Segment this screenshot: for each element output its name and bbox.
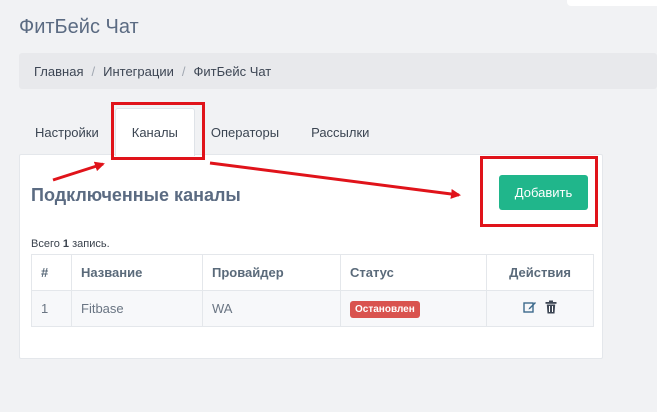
page-title: ФитБейс Чат — [19, 16, 139, 38]
cell-provider: WA — [202, 290, 341, 327]
top-card-corner — [567, 0, 657, 6]
breadcrumb-separator: / — [181, 63, 186, 79]
cell-name: Fitbase — [71, 290, 203, 327]
cell-number: 1 — [31, 290, 72, 327]
tab-mailings[interactable]: Рассылки — [295, 109, 385, 155]
column-header-number: # — [31, 254, 72, 291]
breadcrumb-current: ФитБейс Чат — [193, 63, 272, 79]
cell-status: Остановлен — [340, 290, 487, 327]
status-badge: Остановлен — [350, 300, 420, 318]
tab-bar: Настройки Каналы Операторы Рассылки — [19, 107, 603, 156]
column-header-actions: Действия — [486, 254, 594, 291]
channels-panel: Подключенные каналы Добавить Всего 1 зап… — [19, 154, 603, 359]
column-header-name: Название — [71, 254, 203, 291]
table-header-row: # Название Провайдер Статус Действия — [31, 254, 594, 291]
table-row: 1 Fitbase WA Остановлен — [31, 290, 594, 327]
edit-icon[interactable] — [523, 300, 537, 317]
breadcrumb-home[interactable]: Главная — [34, 64, 83, 79]
breadcrumb: Главная / Интеграции / ФитБейс Чат — [19, 53, 657, 89]
add-channel-button[interactable]: Добавить — [499, 175, 588, 210]
panel-title: Подключенные каналы — [31, 185, 241, 205]
summary-count: 1 — [62, 238, 70, 250]
tab-channels[interactable]: Каналы — [114, 108, 195, 156]
column-header-status: Статус — [340, 254, 487, 291]
record-summary: Всего 1 запись. — [31, 238, 110, 250]
breadcrumb-integrations[interactable]: Интеграции — [103, 64, 174, 79]
summary-suffix: запись. — [72, 238, 110, 250]
column-header-provider: Провайдер — [202, 254, 341, 291]
tab-operators[interactable]: Операторы — [195, 109, 295, 155]
channels-table: # Название Провайдер Статус Действия 1 F… — [31, 254, 594, 327]
trash-icon[interactable] — [545, 300, 557, 317]
summary-prefix: Всего — [31, 238, 60, 250]
cell-actions — [486, 290, 594, 327]
breadcrumb-separator: / — [91, 63, 96, 79]
tab-settings[interactable]: Настройки — [19, 109, 115, 155]
